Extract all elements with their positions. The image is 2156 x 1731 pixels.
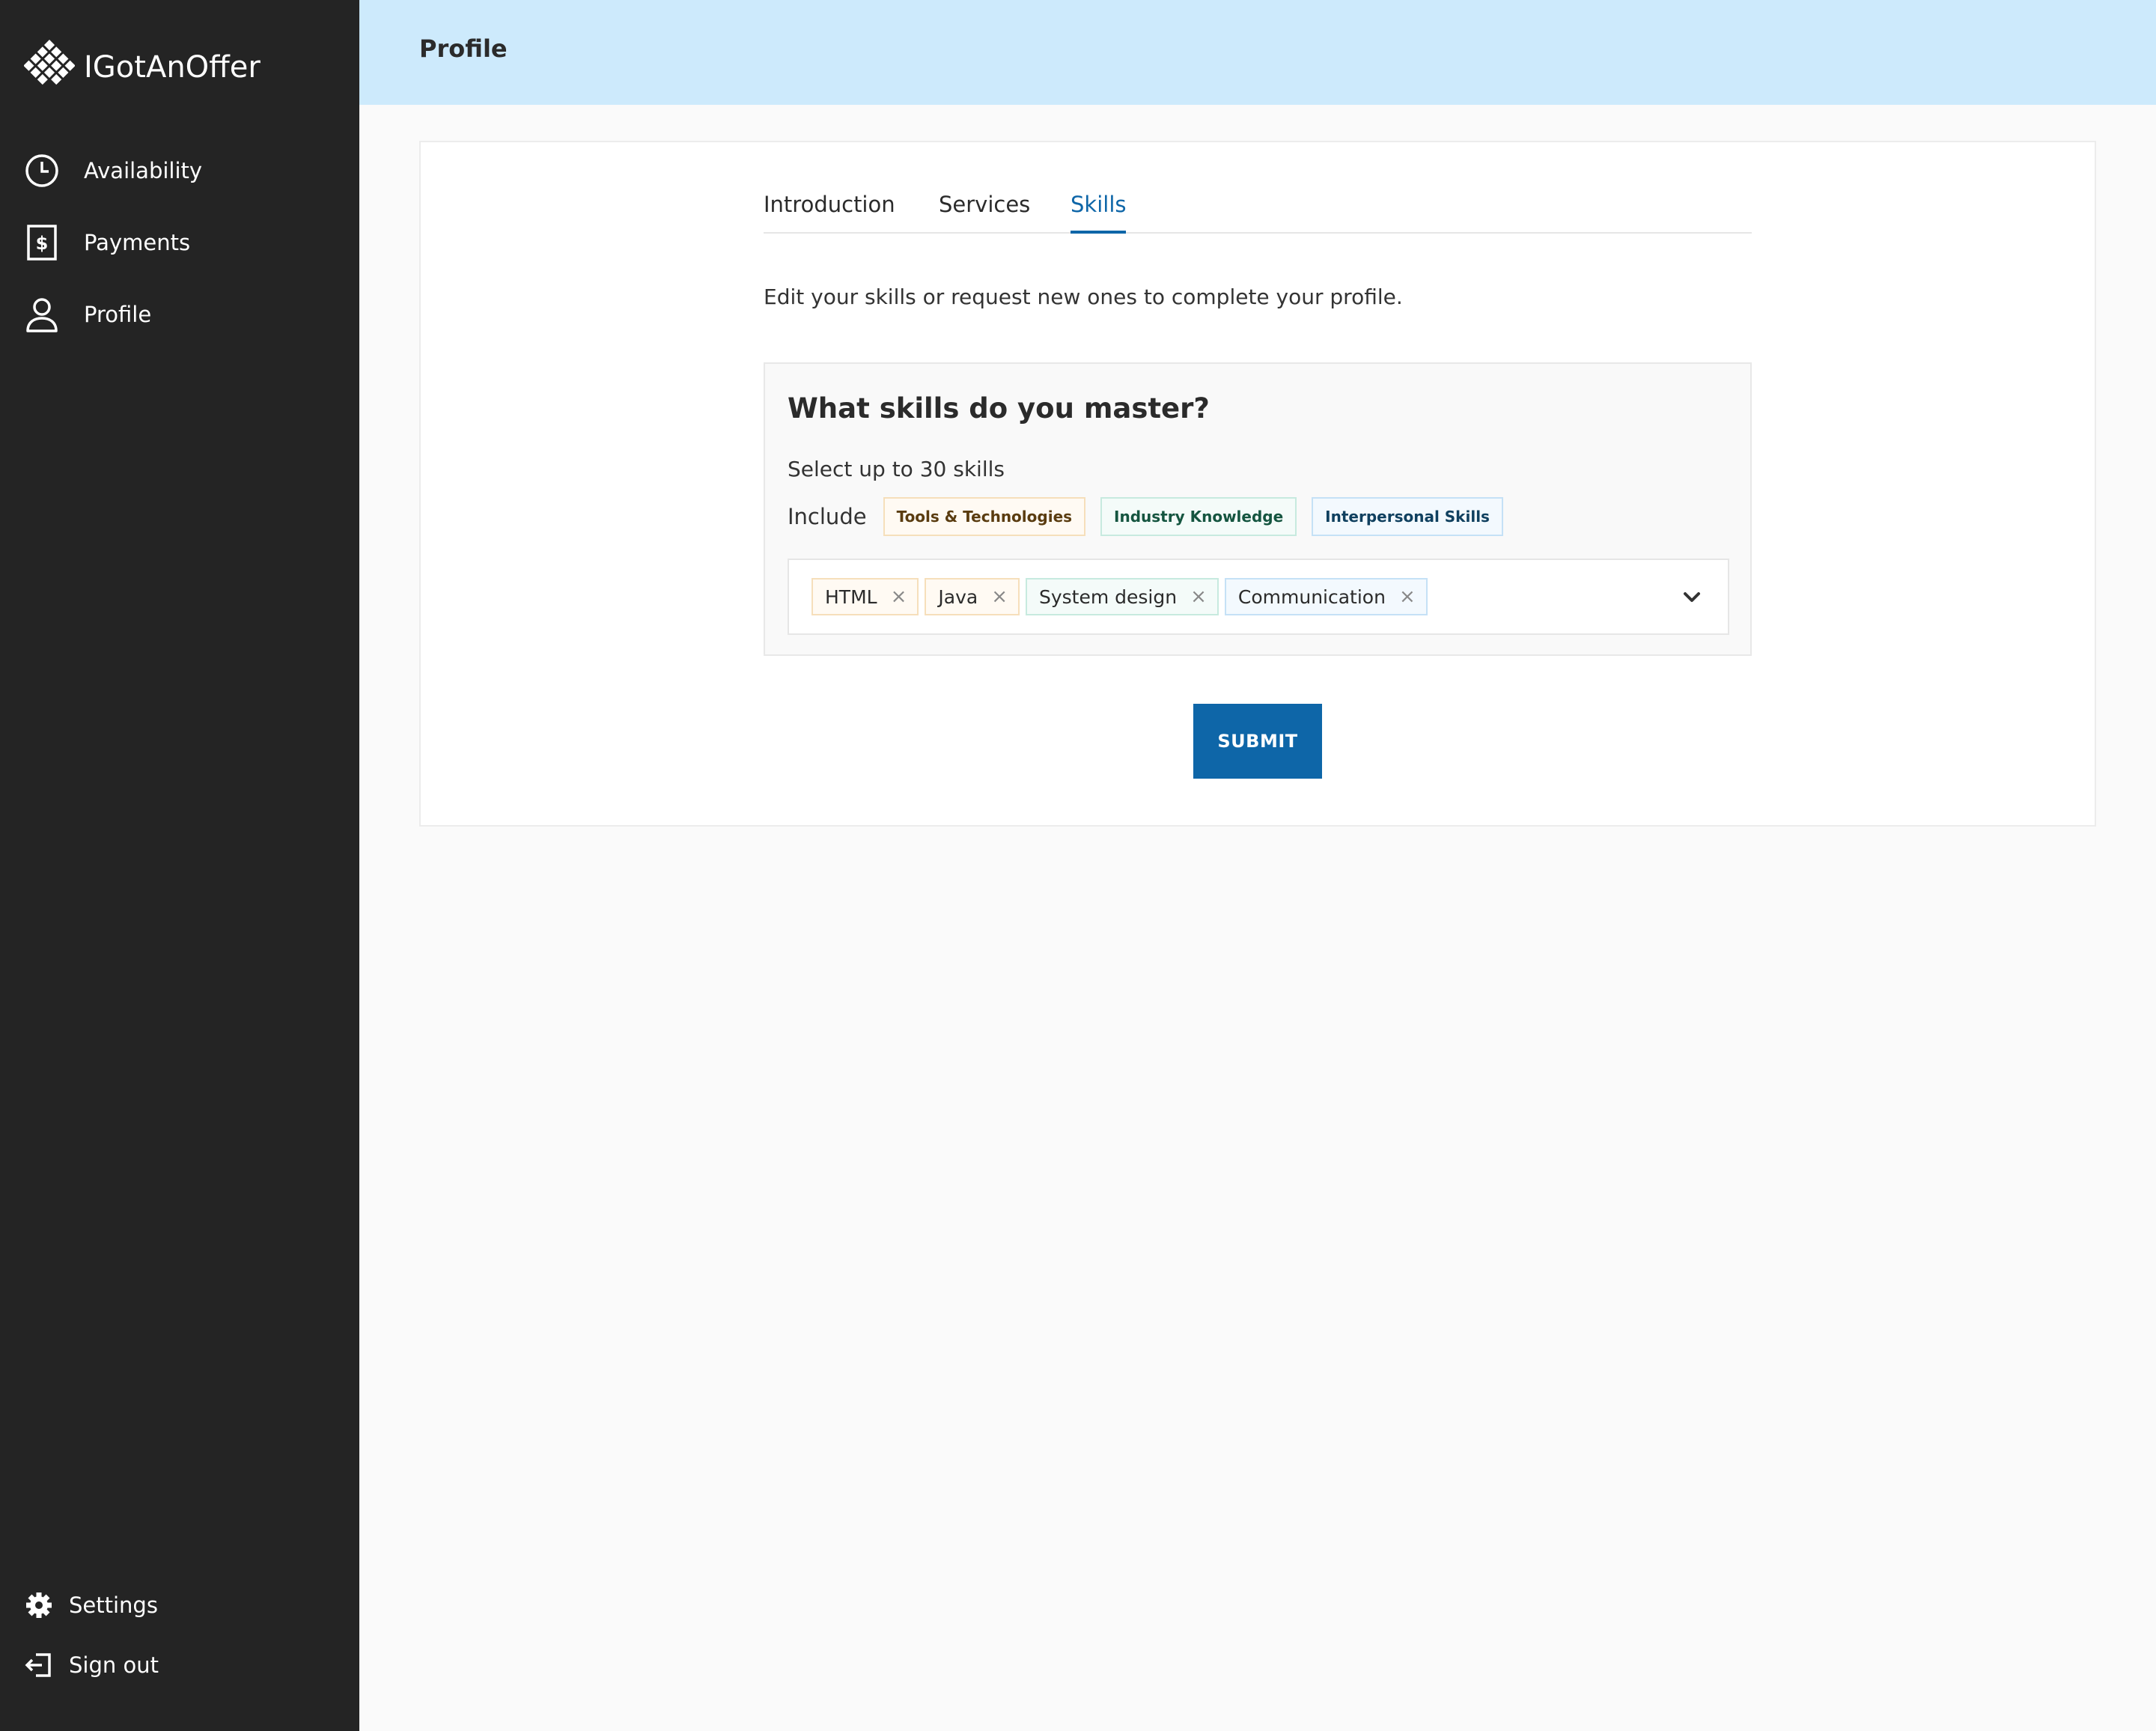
selected-skills: HTML × Java × System design × Communicat…: [811, 578, 1434, 615]
brand-name: IGotAnOffer: [84, 49, 261, 85]
user-icon: [24, 296, 60, 332]
sidebar-item-label: Availability: [84, 158, 203, 183]
skill-chip-label: System design: [1038, 585, 1178, 608]
page-header: Profile: [359, 0, 2156, 105]
tab-introduction[interactable]: Introduction: [764, 192, 895, 234]
skill-chip-label: Communication: [1237, 585, 1386, 608]
sidebar-item-label: Profile: [84, 302, 152, 327]
page-title: Profile: [419, 34, 508, 63]
skills-multiselect[interactable]: HTML × Java × System design × Communicat…: [788, 559, 1729, 635]
skill-chip-label: HTML: [825, 585, 877, 608]
chevron-down-icon[interactable]: [1678, 584, 1705, 611]
remove-icon[interactable]: ×: [991, 585, 1008, 608]
skills-question: What skills do you master?: [788, 392, 1210, 425]
skill-chip-html: HTML ×: [811, 578, 919, 615]
skills-panel: What skills do you master? Select up to …: [764, 362, 1752, 656]
sign-out-icon: [24, 1650, 54, 1680]
skill-chip-label: Java: [938, 585, 978, 608]
dollar-icon: $: [24, 225, 60, 261]
tab-services[interactable]: Services: [939, 192, 1030, 234]
remove-icon[interactable]: ×: [891, 585, 907, 608]
sidebar-item-payments[interactable]: $ Payments: [24, 225, 190, 261]
skill-chip-communication: Communication ×: [1224, 578, 1428, 615]
sidebar-item-availability[interactable]: Availability: [24, 153, 202, 189]
sidebar-item-profile[interactable]: Profile: [24, 296, 151, 332]
skill-chip-system-design: System design ×: [1025, 578, 1219, 615]
profile-tabs: Introduction Services Skills: [764, 187, 1752, 234]
skill-chip-java: Java ×: [925, 578, 1020, 615]
category-tag-industry: Industry Knowledge: [1100, 497, 1297, 536]
remove-icon[interactable]: ×: [1399, 585, 1416, 608]
category-tag-tools: Tools & Technologies: [883, 497, 1086, 536]
sidebar-item-label: Sign out: [69, 1652, 159, 1678]
submit-button[interactable]: SUBMIT: [1193, 704, 1322, 779]
sidebar-item-settings[interactable]: Settings: [24, 1590, 158, 1620]
brand-logo[interactable]: IGotAnOffer: [23, 39, 261, 95]
tab-skills[interactable]: Skills: [1071, 192, 1127, 234]
category-legend: Include Tools & Technologies Industry Kn…: [788, 497, 1518, 536]
gear-icon: [24, 1590, 54, 1620]
diamond-grid-logo-icon: [23, 39, 76, 95]
skills-intro-text: Edit your skills or request new ones to …: [764, 285, 1403, 309]
sidebar: IGotAnOffer Availability $ Payments Prof…: [0, 0, 359, 1731]
clock-icon: [24, 153, 60, 189]
include-label: Include: [788, 504, 867, 529]
sidebar-item-label: Payments: [84, 230, 191, 255]
sidebar-item-sign-out[interactable]: Sign out: [24, 1650, 159, 1680]
skills-limit-text: Select up to 30 skills: [788, 457, 1005, 481]
svg-text:$: $: [36, 233, 49, 254]
remove-icon[interactable]: ×: [1190, 585, 1207, 608]
category-tag-interpersonal: Interpersonal Skills: [1312, 497, 1503, 536]
sidebar-item-label: Settings: [69, 1592, 158, 1618]
